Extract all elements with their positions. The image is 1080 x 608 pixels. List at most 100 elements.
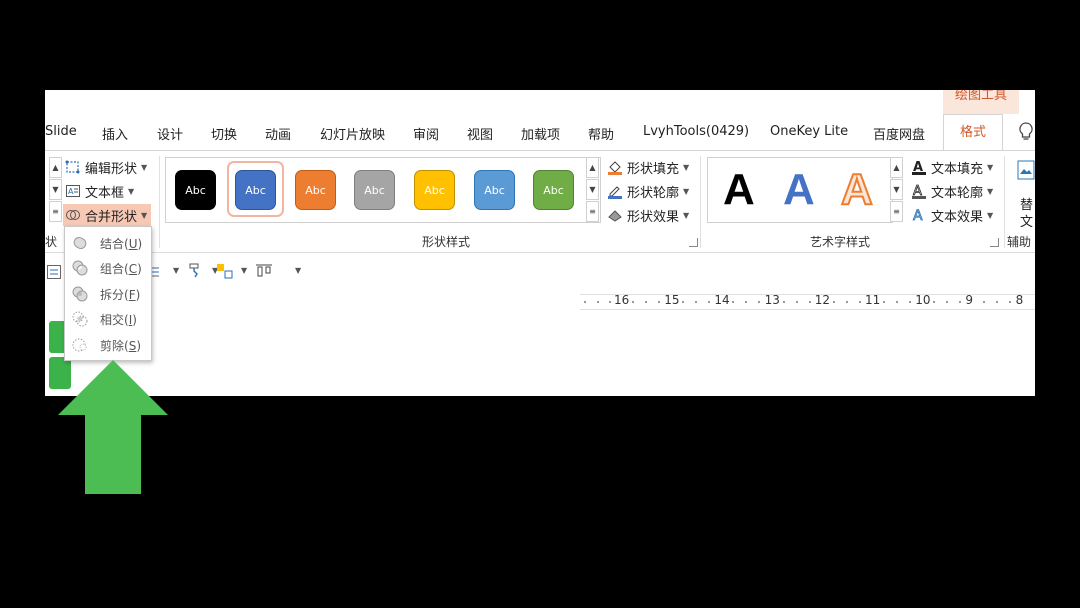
- subtract-label: 剪除: [100, 338, 125, 353]
- wordart-style-orange-outline[interactable]: A: [840, 165, 874, 215]
- tab-review[interactable]: 审阅: [413, 124, 439, 143]
- text-fill-button[interactable]: A 文本填充 ▼: [911, 156, 993, 178]
- tab-design[interactable]: 设计: [157, 124, 183, 143]
- tab-lvyhtools[interactable]: LvyhTools(0429): [643, 124, 749, 139]
- align-text-icon[interactable]: [47, 264, 61, 283]
- intersect-shortcut: I: [128, 312, 133, 327]
- chevron-down-icon: ▼: [141, 210, 148, 220]
- text-outline-label: 文本轮廓: [931, 185, 984, 201]
- svg-text:A: A: [913, 208, 923, 223]
- tab-insert[interactable]: 插入: [102, 124, 128, 143]
- shape-styles-launcher-icon[interactable]: [689, 238, 698, 247]
- svg-text:A: A: [68, 187, 74, 196]
- chevron-down-icon: ▼: [683, 210, 690, 220]
- wordart-style-black[interactable]: A: [723, 166, 755, 214]
- ruler-tick: [1009, 301, 1012, 303]
- text-outline-button[interactable]: A 文本轮廓 ▼: [911, 180, 993, 202]
- paint-bucket-icon: [607, 159, 623, 175]
- chevron-down-icon[interactable]: ▼: [241, 266, 247, 275]
- merge-shapes-button[interactable]: 合并形状 ▼: [63, 204, 152, 226]
- text-effects-label: 文本效果: [931, 209, 984, 225]
- chevron-down-icon[interactable]: ▼: [295, 266, 301, 275]
- shape-gallery-more-button[interactable]: ≡: [49, 201, 62, 222]
- lightbulb-icon[interactable]: [1019, 122, 1033, 146]
- shape-style-swatch-green[interactable]: Abc: [533, 170, 574, 210]
- alt-text-button[interactable]: 替 文: [1017, 160, 1035, 230]
- shape-styles-more-button[interactable]: ≡: [586, 201, 599, 222]
- text-box-button[interactable]: A 文本框 ▼: [65, 180, 134, 202]
- tab-slideshow[interactable]: 幻灯片放映: [320, 124, 385, 143]
- wordart-style-blue[interactable]: A: [783, 166, 815, 214]
- shape-styles-up-button[interactable]: ▲: [586, 157, 599, 178]
- shape-gallery-up-button[interactable]: ▲: [49, 157, 62, 178]
- menu-item-combine[interactable]: 组合(C): [65, 256, 151, 280]
- shape-style-swatch-orange[interactable]: Abc: [295, 170, 336, 210]
- wordart-more-button[interactable]: ≡: [890, 201, 903, 222]
- quick-access-row: ▼ ▼ ▼ ▼: [45, 254, 1035, 288]
- shape-style-swatch-blue[interactable]: Abc: [235, 170, 276, 210]
- shape-effects-button[interactable]: 形状效果 ▼: [607, 204, 689, 226]
- shape-outline-button[interactable]: 形状轮廓 ▼: [607, 180, 689, 202]
- edit-shape-button[interactable]: 编辑形状 ▼: [65, 156, 147, 178]
- menu-item-subtract[interactable]: 剪除(S): [65, 333, 151, 357]
- menu-item-union[interactable]: 结合(U): [65, 231, 151, 255]
- text-box-label: 文本框: [85, 185, 125, 201]
- ruler-tick: [609, 301, 611, 303]
- shape-style-swatch-gold[interactable]: Abc: [414, 170, 455, 210]
- shape-style-swatch-light-blue[interactable]: Abc: [474, 170, 515, 210]
- wordart-up-button[interactable]: ▲: [890, 157, 903, 178]
- arrange-group-icon[interactable]: [216, 263, 234, 283]
- ruler-number: 15: [664, 293, 680, 307]
- ruler-number: 8: [1015, 293, 1024, 307]
- fragment-icon: [71, 285, 89, 303]
- chevron-down-icon[interactable]: ▼: [173, 266, 179, 275]
- ruler-tick: [782, 301, 785, 303]
- ruler-tick: [808, 301, 811, 303]
- ruler-number: 16: [614, 293, 630, 307]
- menu-item-fragment[interactable]: 拆分(F): [65, 282, 151, 306]
- wordart-styles-group-label: 艺术字样式: [810, 235, 871, 249]
- text-effects-button[interactable]: A 文本效果 ▼: [911, 204, 994, 226]
- tab-view[interactable]: 视图: [467, 124, 493, 143]
- ruler-number: 11: [865, 293, 881, 307]
- align-top-icon[interactable]: [255, 263, 273, 283]
- tab-addins[interactable]: 加载项: [521, 124, 560, 143]
- wordart-down-button[interactable]: ▼: [890, 179, 903, 200]
- shape-gallery-down-button[interactable]: ▼: [49, 179, 62, 200]
- ruler-tick: [896, 301, 898, 303]
- combine-label: 组合: [100, 261, 125, 276]
- ruler-tick: [959, 301, 962, 303]
- shape-fill-label: 形状填充: [627, 161, 680, 177]
- shape-style-swatch-black[interactable]: Abc: [175, 170, 216, 210]
- chevron-down-icon: ▼: [987, 162, 994, 172]
- menu-item-intersect[interactable]: 相交(I): [65, 307, 151, 331]
- tab-animations[interactable]: 动画: [265, 124, 291, 143]
- tab-transitions[interactable]: 切换: [211, 124, 237, 143]
- combine-icon: [71, 259, 89, 277]
- tab-help[interactable]: 帮助: [588, 124, 614, 143]
- pencil-outline-icon: [607, 183, 623, 199]
- insert-shapes-group-label: 状: [45, 235, 58, 249]
- combine-shortcut: C: [128, 261, 138, 276]
- shape-fill-button[interactable]: 形状填充 ▼: [607, 156, 689, 178]
- wordart-styles-launcher-icon[interactable]: [990, 238, 999, 247]
- shape-style-swatch-gray[interactable]: Abc: [354, 170, 395, 210]
- tab-onekey-lite[interactable]: OneKey Lite: [770, 124, 848, 139]
- text-fill-icon: A: [911, 159, 927, 175]
- chevron-down-icon: ▼: [128, 186, 135, 196]
- tab-slide[interactable]: Slide: [45, 124, 77, 139]
- subtract-icon: [71, 336, 89, 354]
- ruler-tick: [795, 301, 798, 303]
- ruler-number: 10: [915, 293, 931, 307]
- group-separator: [159, 156, 160, 248]
- tab-format[interactable]: 格式: [943, 114, 1004, 150]
- text-effects-icon: A: [911, 207, 927, 223]
- ruler-tick: [658, 301, 660, 303]
- edit-shape-icon: [65, 159, 81, 175]
- ruler-number: 9: [965, 293, 974, 307]
- tab-baidu-netdisk[interactable]: 百度网盘: [873, 124, 925, 143]
- ruler-tick: [584, 301, 586, 303]
- format-painter-icon[interactable]: [187, 262, 205, 282]
- ruler-number: 14: [714, 293, 730, 307]
- shape-styles-down-button[interactable]: ▼: [586, 179, 599, 200]
